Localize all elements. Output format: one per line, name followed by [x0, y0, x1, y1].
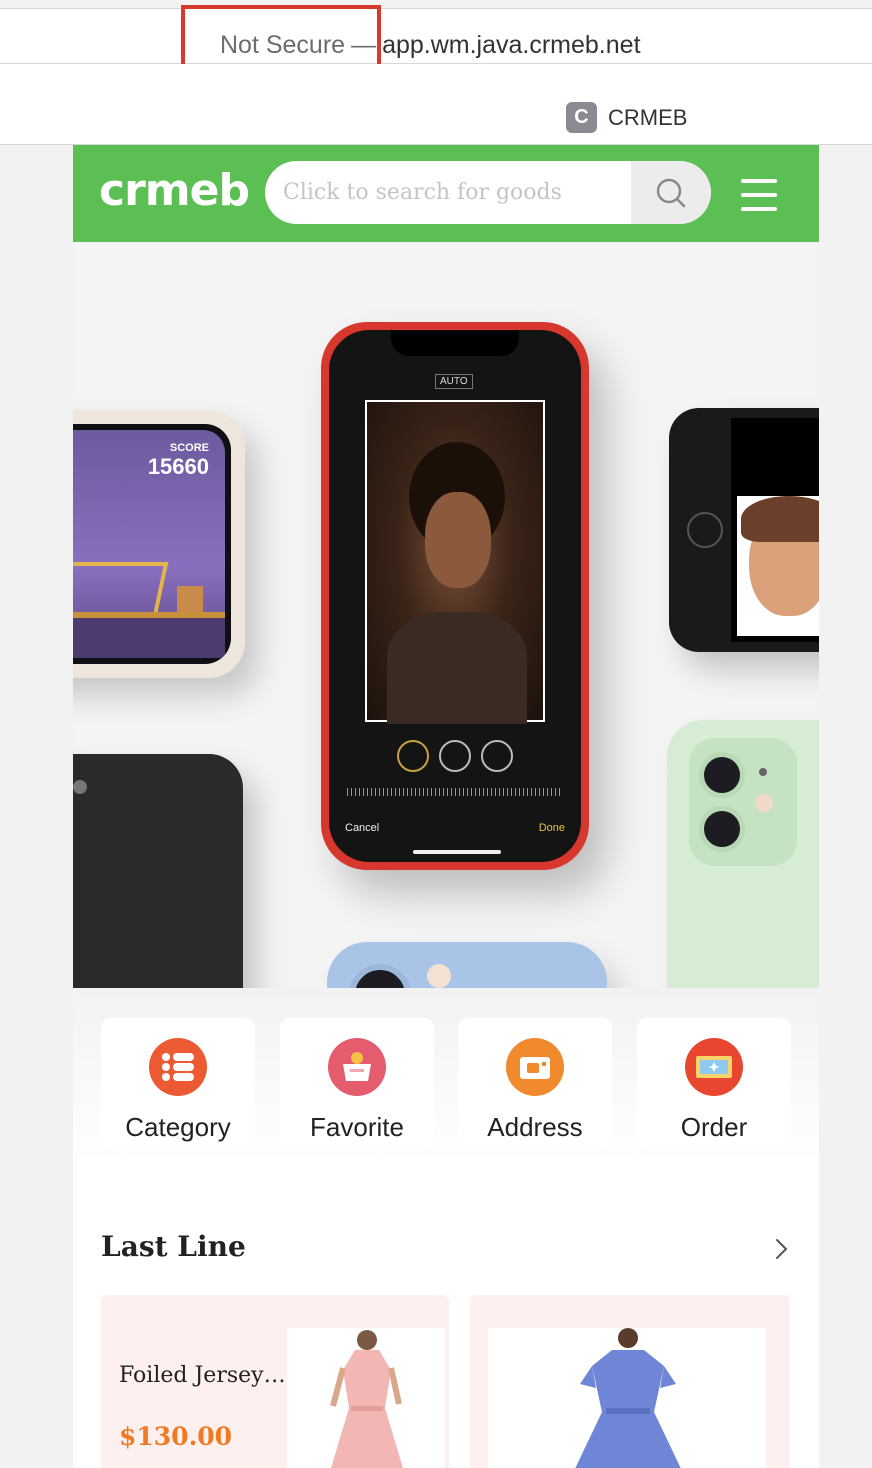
address-icon: [506, 1038, 564, 1096]
favorite-icon: [328, 1038, 386, 1096]
product-image[interactable]: [488, 1328, 766, 1468]
product-card[interactable]: Foiled Jersey … $130.00: [101, 1295, 449, 1468]
tab-bar: C CRMEB: [0, 64, 872, 145]
game-score: 15660: [147, 454, 209, 479]
green-phone-image: [667, 720, 819, 988]
memoji-phone-image: [669, 408, 819, 652]
nav-favorite-label: Favorite: [310, 1112, 404, 1142]
pink-dress-image: [330, 1330, 403, 1468]
product-image[interactable]: [287, 1328, 445, 1468]
search-button[interactable]: [631, 161, 711, 224]
address-bar[interactable]: Not Secure — app.wm.java.crmeb.net: [0, 8, 872, 64]
top-navigation: crmeb: [73, 145, 819, 242]
url-text[interactable]: app.wm.java.crmeb.net: [382, 31, 640, 59]
product-card[interactable]: [470, 1295, 790, 1468]
game-score-label: SCORE: [169, 442, 209, 454]
nav-address[interactable]: Address: [458, 1018, 612, 1148]
game-phone-image: SCORE 15660: [73, 410, 245, 678]
search-box[interactable]: [265, 161, 711, 224]
red-phone-image: AUTO Cancel Done: [321, 322, 589, 870]
nav-category[interactable]: Category: [101, 1018, 255, 1148]
nav-category-label: Category: [125, 1112, 231, 1142]
chevron-right-icon[interactable]: [769, 1237, 793, 1261]
camera-mode-label: AUTO: [435, 374, 473, 389]
blue-phone-image: [327, 942, 607, 988]
blue-dress-image: [575, 1328, 681, 1468]
cancel-label: Cancel: [345, 822, 380, 834]
quick-navigation: Category Favorite Address Order: [73, 988, 819, 1163]
nav-order-label: Order: [680, 1112, 748, 1142]
search-icon: [656, 178, 686, 207]
product-name[interactable]: Foiled Jersey …: [119, 1363, 287, 1388]
logo[interactable]: crmeb: [99, 165, 250, 216]
search-input[interactable]: [283, 161, 633, 224]
black-phone-image: [73, 754, 243, 988]
menu-icon: [741, 179, 777, 183]
product-price: $130.00: [119, 1422, 233, 1451]
tab-favicon-icon: C: [566, 102, 597, 133]
tab-title[interactable]: CRMEB: [608, 105, 687, 131]
nav-favorite[interactable]: Favorite: [280, 1018, 434, 1148]
app-page: crmeb SCORE 15660: [73, 145, 819, 1468]
category-icon: [149, 1038, 207, 1096]
done-label: Done: [538, 822, 565, 834]
menu-button[interactable]: [741, 179, 777, 211]
order-icon: [685, 1038, 743, 1096]
nav-order[interactable]: Order: [637, 1018, 791, 1148]
nav-address-label: Address: [487, 1112, 583, 1142]
section-title: Last Line: [101, 1230, 246, 1263]
hero-banner[interactable]: SCORE 15660 AUTO Cancel Done: [73, 242, 819, 988]
